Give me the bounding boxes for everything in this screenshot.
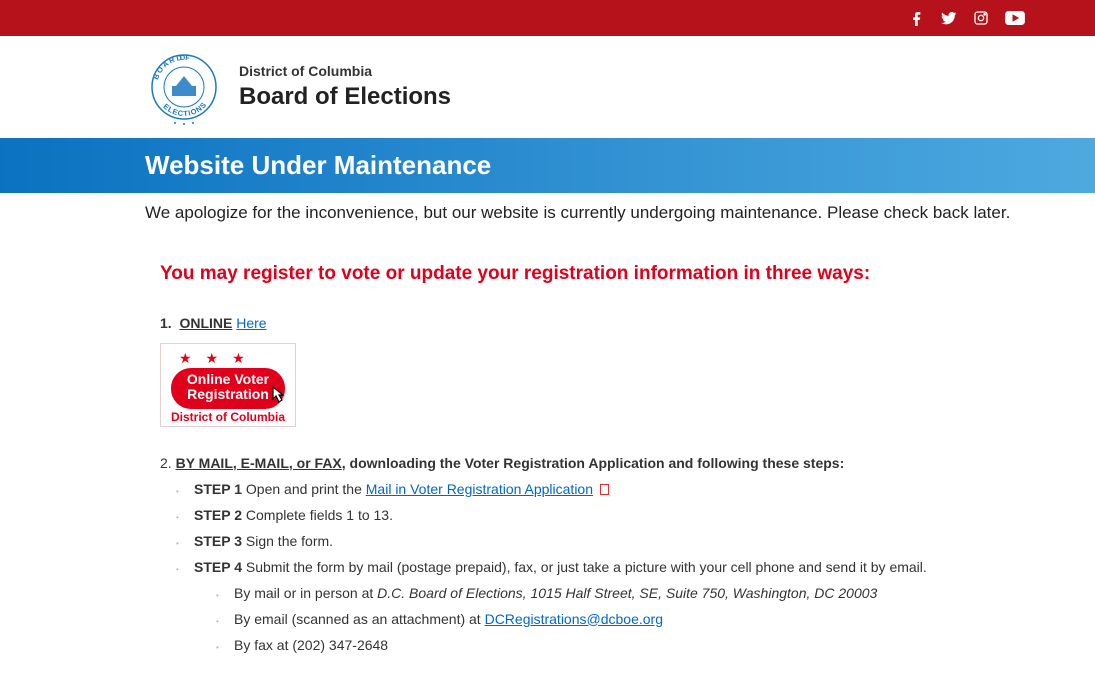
cursor-icon <box>265 383 291 412</box>
step-4: STEP 4 Submit the form by mail (postage … <box>194 559 1035 653</box>
step-2: STEP 2 Complete fields 1 to 13. <box>194 507 1035 523</box>
agency-seal: BOARD OF ELECTIONS <box>145 48 223 126</box>
agency-pretitle: District of Columbia <box>239 63 451 79</box>
stars-icon: ★★★ <box>171 350 285 367</box>
agency-titles: District of Columbia Board of Elections <box>239 63 451 111</box>
page-banner: Website Under Maintenance <box>0 138 1095 193</box>
twitter-icon[interactable] <box>941 10 957 26</box>
svg-text:BOARD: BOARD <box>151 53 184 81</box>
registration-email-link[interactable]: DCRegistrations@dcboe.org <box>485 611 663 627</box>
substep-mail: By mail or in person at D.C. Board of El… <box>234 585 1035 601</box>
agency-title: Board of Elections <box>239 83 451 111</box>
method-1: 1. ONLINE Here <box>160 315 1035 331</box>
mail-in-application-link[interactable]: Mail in Voter Registration Application <box>366 481 593 497</box>
instagram-icon[interactable] <box>973 10 989 26</box>
banner-heading: Website Under Maintenance <box>145 150 491 180</box>
online-voter-registration-button[interactable]: ★★★ Online Voter Registration District o… <box>160 343 296 427</box>
method-2: 2. BY MAIL, E-MAIL, or FAX, downloading … <box>160 455 1035 471</box>
pdf-icon <box>600 484 609 495</box>
ovr-pill: Online Voter Registration <box>171 368 285 409</box>
youtube-icon[interactable] <box>1005 11 1025 25</box>
method-2-label: BY MAIL, E-MAIL, or FAX <box>176 455 342 471</box>
step-1: STEP 1 Open and print the Mail in Voter … <box>194 481 1035 497</box>
online-here-link[interactable]: Here <box>236 315 266 331</box>
substeps-list: By mail or in person at D.C. Board of El… <box>194 585 1035 653</box>
facebook-icon[interactable] <box>909 10 925 26</box>
method-2-rest: , downloading the Voter Registration App… <box>342 455 844 471</box>
steps-list: STEP 1 Open and print the Mail in Voter … <box>160 481 1035 653</box>
svg-text:OF: OF <box>180 55 191 63</box>
substep-email: By email (scanned as an attachment) at D… <box>234 611 1035 627</box>
apology-text: We apologize for the inconvenience, but … <box>0 193 1095 223</box>
step-3: STEP 3 Sign the form. <box>194 533 1035 549</box>
substep-fax: By fax at (202) 347-2648 <box>234 637 1035 653</box>
intro-heading: You may register to vote or update your … <box>160 263 1035 285</box>
top-bar <box>0 0 1095 36</box>
logo-row: BOARD OF ELECTIONS District of Columbia … <box>0 36 1095 138</box>
method-1-label: ONLINE <box>179 315 232 331</box>
method-2-number: 2. <box>160 455 172 471</box>
main-content: You may register to vote or update your … <box>0 223 1095 683</box>
method-1-number: 1. <box>160 315 172 331</box>
